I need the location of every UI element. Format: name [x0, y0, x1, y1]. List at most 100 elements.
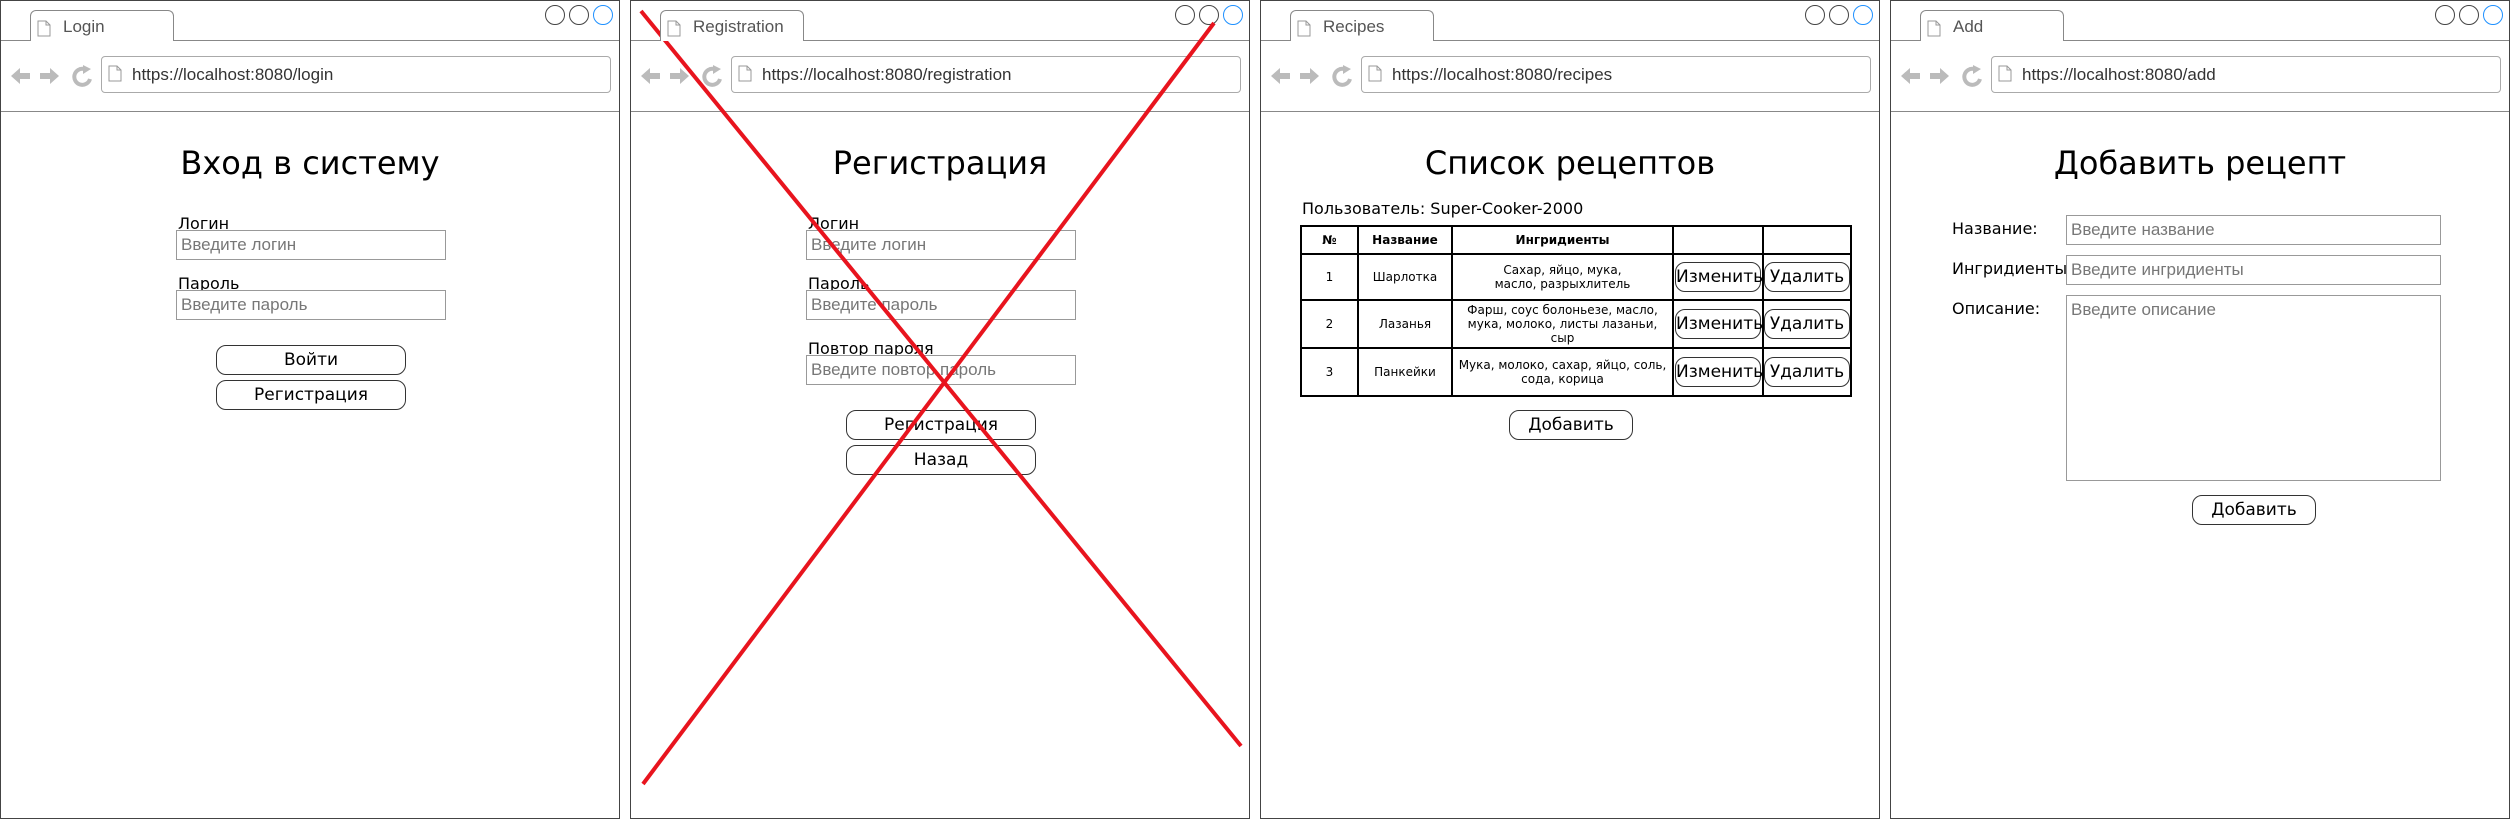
back-button[interactable]: Назад — [846, 445, 1036, 475]
browser-tab-registration[interactable]: Registration — [660, 10, 804, 41]
tab-title: Add — [1953, 17, 1984, 36]
login-input[interactable]: Введите логин — [806, 230, 1076, 260]
close-circle-icon[interactable] — [1223, 5, 1243, 25]
cell-number: 1 — [1300, 253, 1359, 301]
tab-title: Recipes — [1323, 17, 1385, 36]
edit-button[interactable]: Изменить — [1675, 357, 1763, 387]
forward-arrow-icon[interactable] — [1300, 68, 1319, 84]
address-bar-area: https://localhost:8080/recipes — [1261, 41, 1879, 112]
ingredients-input[interactable]: Введите ингридиенты — [2066, 255, 2441, 285]
page-title: Список рецептов — [1424, 144, 1716, 182]
close-circle-icon[interactable] — [2483, 5, 2503, 25]
browser-tab-login[interactable]: Login — [30, 10, 174, 41]
ingredients-label: Ингридиенты: — [1952, 259, 2073, 278]
cell-ingredients: Фарш, соус болоньезе, масло, мука, молок… — [1451, 299, 1674, 349]
back-arrow-icon[interactable] — [641, 68, 660, 84]
reload-icon[interactable] — [1332, 65, 1352, 87]
maximize-circle-icon[interactable] — [1199, 5, 1219, 25]
delete-button[interactable]: Удалить — [1764, 357, 1850, 387]
edit-cell: Изменить — [1672, 299, 1764, 349]
close-circle-icon[interactable] — [1853, 5, 1873, 25]
add-button[interactable]: Добавить — [2192, 495, 2316, 525]
repeat-password-input[interactable]: Введите повтор пароль — [806, 355, 1076, 385]
description-label: Описание: — [1952, 299, 2041, 318]
register-button[interactable]: Регистрация — [846, 410, 1036, 440]
document-icon — [1368, 65, 1382, 82]
url-field[interactable]: https://localhost:8080/recipes — [1361, 56, 1871, 93]
url-field[interactable]: https://localhost:8080/registration — [731, 56, 1241, 93]
password-input[interactable]: Введите пароль — [806, 290, 1076, 320]
recipes-table: № Название Ингридиенты 1 Шарлотка Сахар,… — [1300, 225, 1852, 397]
forward-arrow-icon[interactable] — [1930, 68, 1949, 84]
minimize-circle-icon[interactable] — [1805, 5, 1825, 25]
password-input[interactable]: Введите пароль — [176, 290, 446, 320]
tab-strip: Login — [1, 1, 619, 41]
url-text: https://localhost:8080/add — [2022, 65, 2216, 84]
browser-tab-add[interactable]: Add — [1920, 10, 2064, 41]
edit-cell: Изменить — [1672, 253, 1764, 301]
browser-window-login: Login https://localhost:8080/login Вход … — [0, 0, 620, 819]
back-arrow-icon[interactable] — [11, 68, 30, 84]
document-icon — [1297, 20, 1311, 37]
document-icon — [1998, 65, 2012, 82]
nav-controls — [11, 65, 92, 87]
cross-line — [641, 21, 1216, 786]
url-text: https://localhost:8080/recipes — [1392, 65, 1613, 84]
browser-window-registration: Registration https://localhost:8080/regi… — [630, 0, 1250, 819]
delete-cell: Удалить — [1762, 253, 1852, 301]
tab-strip: Recipes — [1261, 1, 1879, 41]
forward-arrow-icon[interactable] — [670, 68, 689, 84]
recipe-name-input[interactable]: Введите название — [2066, 215, 2441, 245]
name-label: Название: — [1952, 219, 2038, 238]
url-text: https://localhost:8080/login — [132, 65, 334, 84]
login-input[interactable]: Введите логин — [176, 230, 446, 260]
page-title: Регистрация — [832, 144, 1048, 182]
maximize-circle-icon[interactable] — [569, 5, 589, 25]
minimize-circle-icon[interactable] — [2435, 5, 2455, 25]
tab-title: Registration — [693, 17, 784, 36]
back-arrow-icon[interactable] — [1271, 68, 1290, 84]
cell-number: 3 — [1300, 347, 1359, 397]
cell-name: Шарлотка — [1357, 253, 1453, 301]
reload-icon[interactable] — [1962, 65, 1982, 87]
address-bar-area: https://localhost:8080/login — [1, 41, 619, 112]
edit-button[interactable]: Изменить — [1675, 262, 1763, 292]
login-button[interactable]: Войти — [216, 345, 406, 375]
reload-icon[interactable] — [72, 65, 92, 87]
delete-button[interactable]: Удалить — [1764, 309, 1850, 339]
delete-cell: Удалить — [1762, 347, 1852, 397]
add-recipe-button[interactable]: Добавить — [1509, 410, 1633, 440]
delete-button[interactable]: Удалить — [1764, 262, 1850, 292]
tab-strip: Add — [1891, 1, 2509, 41]
user-info: Пользователь: Super-Cooker-2000 — [1302, 199, 1584, 218]
page-title: Добавить рецепт — [2053, 144, 2347, 182]
register-button[interactable]: Регистрация — [216, 380, 406, 410]
browser-tab-recipes[interactable]: Recipes — [1290, 10, 1434, 41]
column-header: Название — [1357, 225, 1453, 255]
reload-icon[interactable] — [702, 65, 722, 87]
url-text: https://localhost:8080/registration — [762, 65, 1012, 84]
nav-controls — [1901, 65, 1982, 87]
minimize-circle-icon[interactable] — [545, 5, 565, 25]
forward-arrow-icon[interactable] — [40, 68, 59, 84]
maximize-circle-icon[interactable] — [2459, 5, 2479, 25]
minimize-circle-icon[interactable] — [1175, 5, 1195, 25]
document-icon — [1927, 20, 1941, 37]
url-field[interactable]: https://localhost:8080/add — [1991, 56, 2501, 93]
delete-cell: Удалить — [1762, 299, 1852, 349]
document-icon — [738, 65, 752, 82]
maximize-circle-icon[interactable] — [1829, 5, 1849, 25]
close-circle-icon[interactable] — [593, 5, 613, 25]
url-field[interactable]: https://localhost:8080/login — [101, 56, 611, 93]
page-title: Вход в систему — [180, 144, 440, 182]
cell-number: 2 — [1300, 299, 1359, 349]
nav-controls — [1271, 65, 1352, 87]
edit-button[interactable]: Изменить — [1675, 309, 1763, 339]
back-arrow-icon[interactable] — [1901, 68, 1920, 84]
cell-name: Панкейки — [1357, 347, 1453, 397]
cell-ingredients: Мука, молоко, сахар, яйцо, соль, сода, к… — [1451, 347, 1674, 397]
browser-window-add: Add https://localhost:8080/add Добавить … — [1890, 0, 2510, 819]
description-textarea[interactable]: Введите описание — [2066, 295, 2441, 481]
table-row: 3 Панкейки Мука, молоко, сахар, яйцо, со… — [1300, 347, 1852, 397]
document-icon — [108, 65, 122, 82]
